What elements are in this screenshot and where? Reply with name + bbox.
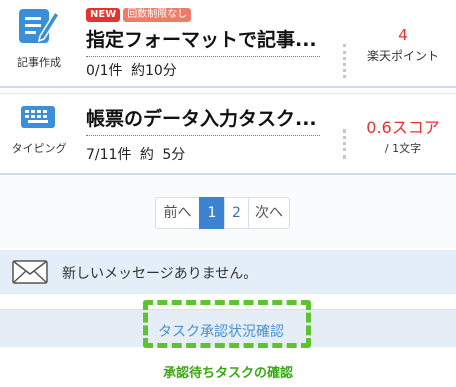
task-category-label: 記事作成 [17, 56, 61, 69]
caption: 承認待ちタスクの確認 [162, 366, 293, 381]
page-2-button[interactable]: 2 [224, 197, 249, 229]
task-duration: 約10分 [130, 63, 177, 79]
approval-status-link[interactable]: タスク承認状況確認 [158, 321, 284, 341]
divider [343, 129, 347, 159]
task-reward: 4 楽天ポイント [350, 26, 456, 64]
task-title[interactable]: 指定フォーマットで記事... [86, 25, 320, 57]
task-category-label: タイピング [11, 142, 67, 155]
task-meta: 0/1件 約10分 [86, 60, 177, 80]
task-progress: 0/1件 [86, 63, 123, 79]
next-page-button[interactable]: 次へ [248, 197, 290, 229]
task-category-area: 記事作成 [0, 0, 78, 86]
divider [343, 44, 347, 78]
page-1-button[interactable]: 1 [199, 197, 225, 229]
reward-unit: 楽天ポイント [366, 49, 439, 63]
task-card[interactable]: タイピング 帳票のデータ入力タスク... 7/11件 約 5分 0.6スコア /… [0, 93, 456, 175]
pagination-area: 前へ 1 2 次へ [0, 176, 456, 248]
task-category-area: タイピング [0, 94, 78, 173]
message-bar: 新しいメッセージありません。 [0, 250, 456, 294]
message-text: 新しいメッセージありません。 [62, 266, 258, 282]
reward-value: 4 [398, 26, 408, 44]
envelope-icon [12, 260, 48, 284]
reward-value: 0.6スコア [366, 118, 440, 137]
task-badges: NEW 回数制限なし [86, 8, 192, 22]
task-title[interactable]: 帳票のデータ入力タスク... [86, 104, 320, 136]
keyboard-icon [21, 106, 55, 128]
article-writing-icon [19, 9, 60, 43]
task-meta: 7/11件 約 5分 [86, 144, 185, 164]
pagination: 前へ 1 2 次へ [155, 197, 290, 229]
task-reward: 0.6スコア / 1文字 [350, 114, 456, 156]
approval-bar: タスク承認状況確認 [0, 309, 456, 347]
new-badge: NEW [86, 8, 121, 22]
prev-page-button[interactable]: 前へ [155, 197, 200, 229]
task-card[interactable]: 記事作成 NEW 回数制限なし 指定フォーマットで記事... 0/1件 約10分… [0, 0, 456, 88]
reward-unit: / 1文字 [384, 142, 422, 155]
task-progress: 7/11件 [86, 147, 132, 163]
task-duration: 約 5分 [139, 147, 186, 163]
unlimited-badge: 回数制限なし [123, 8, 192, 22]
